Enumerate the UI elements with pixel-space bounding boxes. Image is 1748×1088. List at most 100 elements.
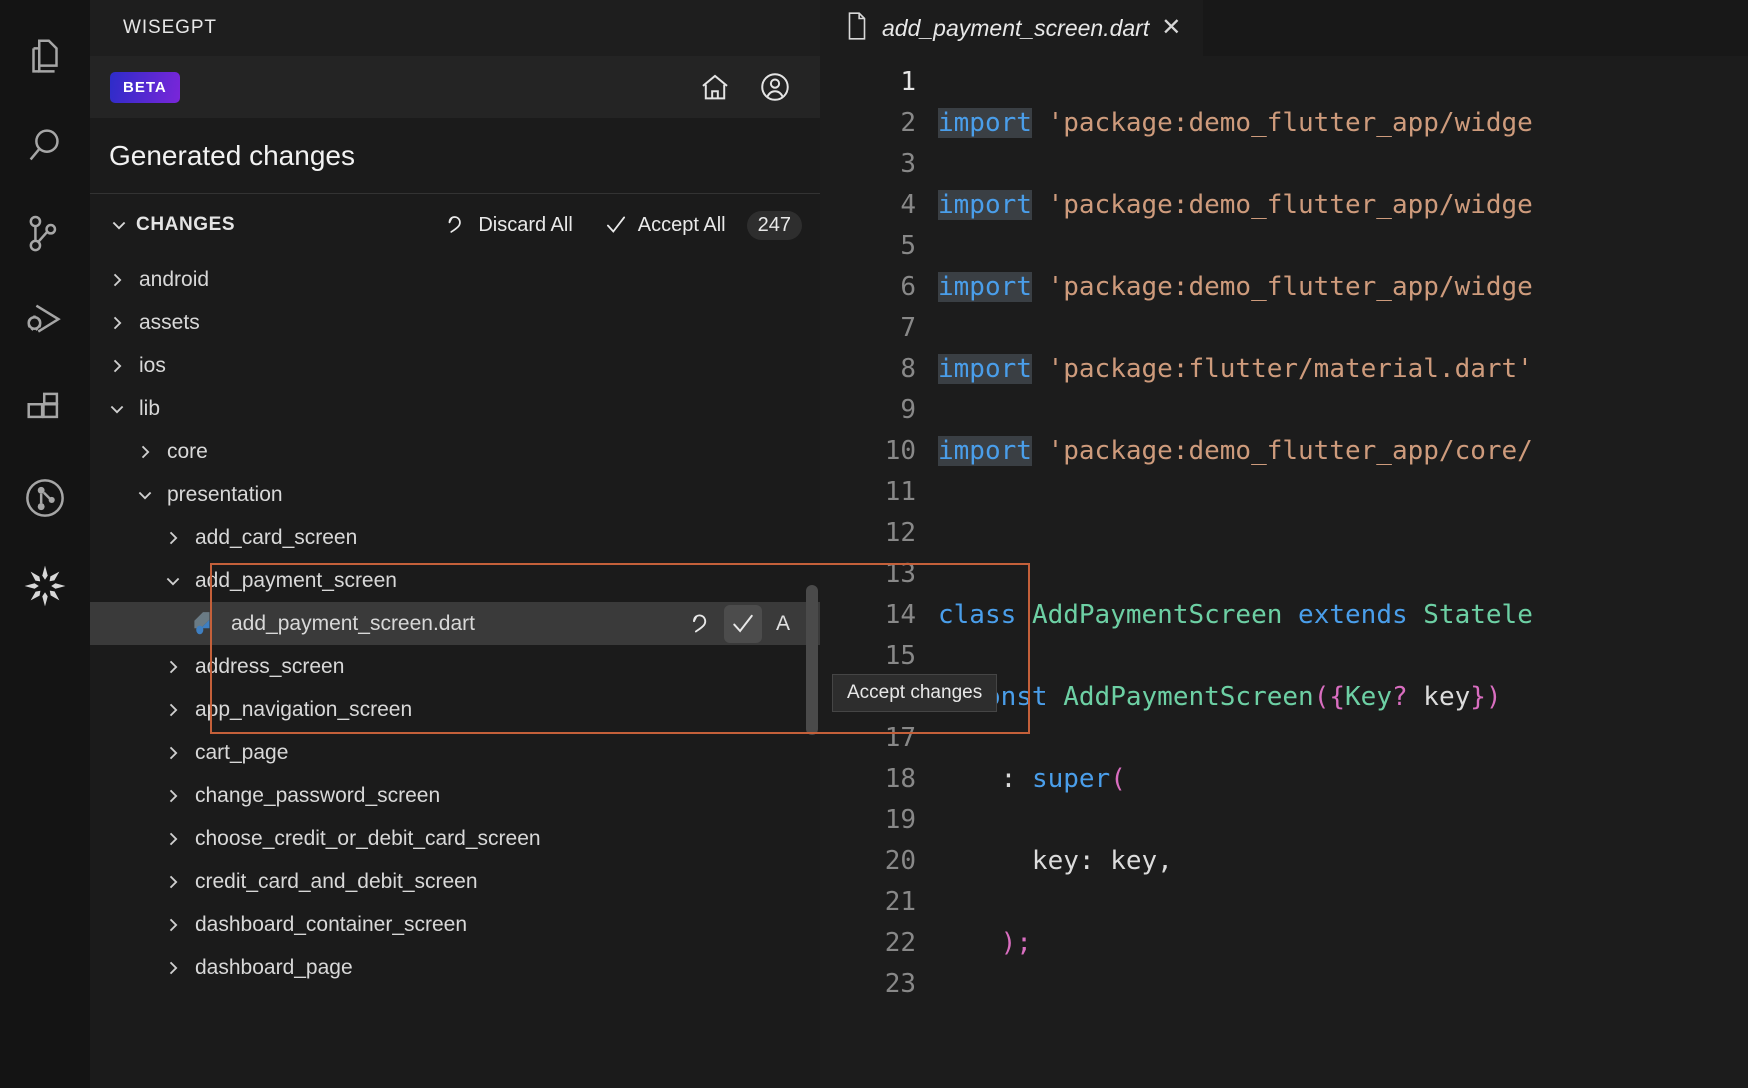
chevron-right-icon[interactable] [160, 700, 186, 720]
tree-folder-row[interactable]: add_payment_screen [90, 559, 820, 602]
chevron-right-icon[interactable] [132, 442, 158, 462]
file-icon [844, 11, 870, 46]
line-number: 20 [884, 846, 916, 876]
accept-changes-tooltip: Accept changes [832, 674, 998, 712]
tree-row-label: presentation [167, 482, 283, 506]
chevron-right-icon[interactable] [104, 270, 130, 290]
run-and-debug-icon[interactable] [0, 278, 90, 366]
tree-row-label: choose_credit_or_debit_card_screen [195, 826, 541, 850]
tree-folder-row[interactable]: choose_credit_or_debit_card_screen [90, 817, 820, 860]
source-control-icon[interactable] [0, 190, 90, 278]
close-icon[interactable]: ✕ [1161, 16, 1181, 40]
search-icon[interactable] [0, 102, 90, 190]
tree-folder-row[interactable]: dashboard_container_screen [90, 903, 820, 946]
page-title: Generated changes [109, 139, 355, 171]
dart-file-icon [188, 610, 218, 638]
chevron-right-icon[interactable] [104, 356, 130, 376]
panel-title: WISEGPT [123, 17, 217, 38]
tree-folder-row[interactable]: core [90, 430, 820, 473]
changes-header: CHANGES Discard All Accept All 247 [90, 194, 820, 256]
tree-row-label: add_card_screen [195, 525, 358, 549]
accept-all-button[interactable]: Accept All 247 [603, 210, 802, 240]
line-number: 12 [884, 518, 916, 548]
tree-row-label: add_payment_screen [195, 568, 397, 592]
line-number: 14 [884, 600, 916, 630]
chevron-right-icon[interactable] [160, 528, 186, 548]
tree-row-label: address_screen [195, 654, 345, 678]
tree-folder-row[interactable]: cart_page [90, 731, 820, 774]
tree-folder-row[interactable]: add_card_screen [90, 516, 820, 559]
tree-row-label: app_navigation_screen [195, 697, 413, 721]
tree-row-label: assets [139, 310, 200, 334]
changes-section-label: CHANGES [136, 214, 236, 235]
tree-file-row[interactable]: add_payment_screen.dart A [90, 602, 820, 645]
line-number: 13 [884, 559, 916, 589]
line-number: 9 [900, 395, 916, 425]
chevron-right-icon[interactable] [160, 829, 186, 849]
extensions-icon[interactable] [0, 366, 90, 454]
tree-folder-row[interactable]: android [90, 258, 820, 301]
accept-all-label: Accept All [637, 213, 726, 236]
check-icon[interactable] [724, 604, 762, 643]
beta-badge: BETA [110, 71, 180, 103]
chevron-right-icon[interactable] [160, 915, 186, 935]
home-icon[interactable] [698, 70, 732, 104]
tree-folder-row[interactable]: credit_card_and_debit_screen [90, 860, 820, 903]
tab-add-payment-screen-dart[interactable]: add_payment_screen.dart ✕ [820, 0, 1204, 56]
line-number: 10 [884, 436, 916, 466]
panel-toolbar: BETA [90, 56, 820, 118]
tree-row-label: core [167, 439, 208, 463]
chevron-right-icon[interactable] [160, 958, 186, 978]
line-number: 4 [900, 190, 916, 220]
chevron-right-icon[interactable] [160, 743, 186, 763]
changes-tree[interactable]: android assets ios lib core presentation add_c… [90, 256, 820, 1088]
chevron-down-icon[interactable] [160, 571, 186, 591]
tree-folder-row[interactable]: address_screen [90, 645, 820, 688]
activity-bar [0, 0, 90, 1088]
graph-circle-icon[interactable] [0, 454, 90, 542]
tree-folder-row[interactable]: assets [90, 301, 820, 344]
chevron-right-icon[interactable] [160, 872, 186, 892]
chevron-right-icon[interactable] [160, 786, 186, 806]
line-number: 2 [900, 108, 916, 138]
tree-folder-row[interactable]: dashboard_page [90, 946, 820, 989]
wisegpt-logo-icon[interactable] [0, 542, 90, 630]
chevron-right-icon[interactable] [160, 657, 186, 677]
discard-all-button[interactable]: Discard All [443, 212, 573, 238]
tree-row-label: credit_card_and_debit_screen [195, 869, 478, 893]
explorer-icon[interactable] [0, 14, 90, 102]
tree-folder-row[interactable]: app_navigation_screen [90, 688, 820, 731]
line-number: 3 [900, 149, 916, 179]
account-icon[interactable] [758, 70, 792, 104]
wisegpt-panel: WISEGPT BETA Generated changes CHANGES D… [90, 0, 1030, 1088]
tree-row-label: dashboard_container_screen [195, 912, 468, 936]
chevron-down-icon[interactable] [132, 485, 158, 505]
panel-title-bar: WISEGPT [90, 0, 820, 56]
tree-row-label: cart_page [195, 740, 289, 764]
code-content[interactable]: import 'package:demo_flutter_app/widge i… [938, 56, 1748, 1088]
tree-folder-row[interactable]: ios [90, 344, 820, 387]
changes-actions: Discard All Accept All 247 [413, 210, 820, 240]
line-number: 21 [884, 887, 916, 917]
line-number: 18 [884, 764, 916, 794]
panel-heading: Generated changes [90, 118, 820, 194]
chevron-down-icon[interactable] [104, 399, 130, 419]
tree-folder-row[interactable]: presentation [90, 473, 820, 516]
undo-icon[interactable] [682, 605, 720, 643]
tree-folder-row[interactable]: change_password_screen [90, 774, 820, 817]
line-number: 19 [884, 805, 916, 835]
line-number: 17 [884, 723, 916, 753]
chevron-down-icon[interactable] [109, 215, 129, 235]
line-number-gutter: 1234567891011121314151617181920212223 [820, 56, 938, 1088]
vscode-window: WISEGPT BETA Generated changes CHANGES D… [0, 0, 1748, 1088]
panel-scrollbar[interactable] [806, 585, 818, 735]
chevron-right-icon[interactable] [104, 313, 130, 333]
line-number: 6 [900, 272, 916, 302]
tree-folder-row[interactable]: lib [90, 387, 820, 430]
line-number: 23 [884, 969, 916, 999]
code-area[interactable]: 1234567891011121314151617181920212223 im… [820, 56, 1748, 1088]
tab-label: add_payment_screen.dart [882, 14, 1150, 41]
tree-row-label: change_password_screen [195, 783, 441, 807]
tree-row-label: android [139, 267, 210, 291]
line-number: 7 [900, 313, 916, 343]
